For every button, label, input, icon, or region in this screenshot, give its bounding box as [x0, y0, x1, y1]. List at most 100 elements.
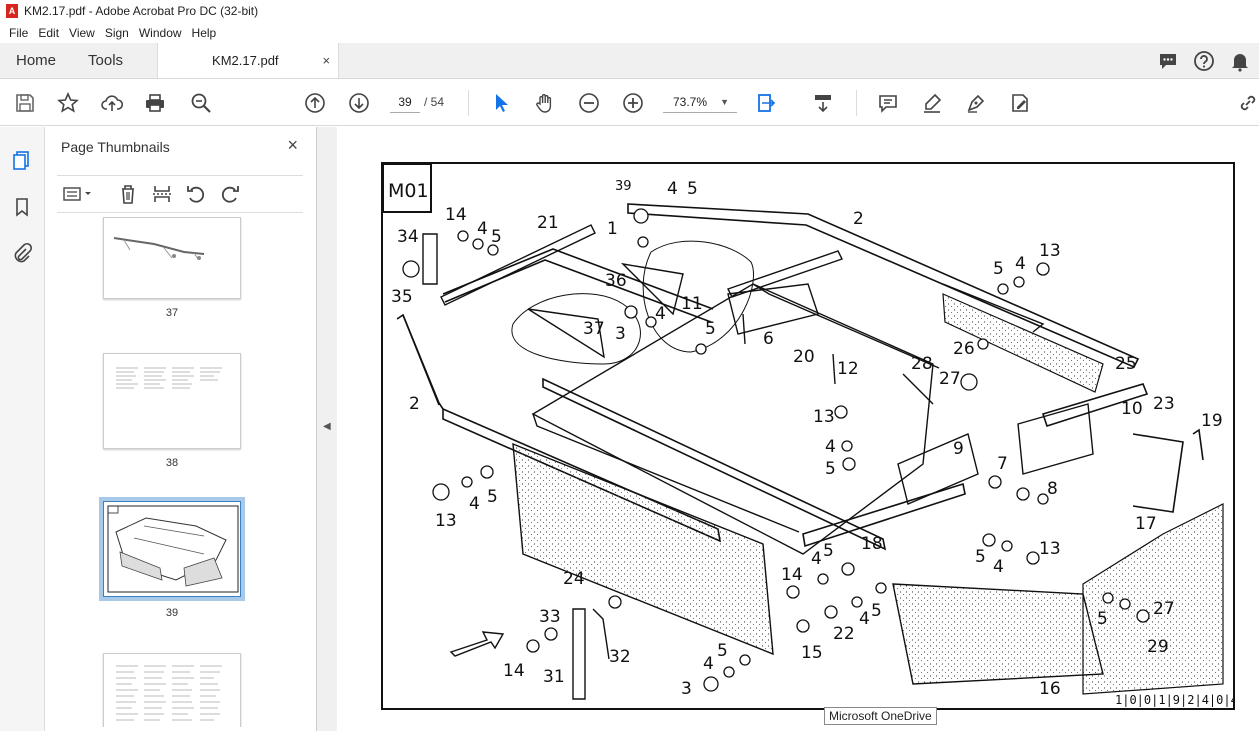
part-label: 13 — [1039, 539, 1061, 559]
panel-title: Page Thumbnails — [61, 139, 170, 155]
acrobat-window: A KM2.17.pdf - Adobe Acrobat Pro DC (32-… — [0, 0, 1259, 731]
menu-help[interactable]: Help — [187, 26, 222, 40]
scroll-mode-icon[interactable] — [812, 92, 834, 114]
part-label: 11 — [681, 294, 703, 314]
extract-pages-icon[interactable] — [151, 183, 173, 205]
print-icon[interactable] — [144, 92, 166, 114]
part-label: 14 — [503, 661, 525, 681]
toolbar-divider — [468, 90, 469, 116]
window-title: KM2.17.pdf - Adobe Acrobat Pro DC (32-bi… — [24, 4, 259, 18]
part-label: 4 — [859, 609, 870, 629]
page-38-preview — [116, 367, 222, 389]
page-fit-icon[interactable] — [756, 92, 778, 114]
part-label: 24 — [563, 569, 585, 589]
part-label: 4 — [825, 437, 836, 457]
rotate-counterclockwise-icon[interactable] — [185, 183, 207, 205]
zoom-out-icon[interactable] — [578, 92, 600, 114]
acrobat-logo-icon: A — [6, 4, 18, 18]
part-label: 12 — [837, 359, 859, 379]
part-label: 5 — [717, 641, 728, 661]
part-label: 13 — [813, 407, 835, 427]
drawing-code: M01 — [388, 180, 429, 202]
save-icon[interactable] — [14, 92, 36, 114]
panel-splitter[interactable]: ◀ — [317, 127, 337, 731]
menu-edit[interactable]: Edit — [33, 26, 64, 40]
tab-home[interactable]: Home — [0, 43, 72, 78]
bookmarks-icon[interactable] — [11, 196, 33, 218]
link-icon[interactable] — [1237, 92, 1259, 114]
thumbnail-label-39: 39 — [165, 607, 179, 619]
part-label: 3 — [615, 324, 626, 344]
part-label: 29 — [1147, 637, 1169, 657]
part-label: 4 — [811, 549, 822, 569]
options-menu-icon[interactable] — [61, 183, 95, 205]
rotate-clockwise-icon[interactable] — [219, 183, 241, 205]
part-label: 4 — [667, 179, 678, 199]
part-label: 5 — [975, 547, 986, 567]
thumbnail-page-39[interactable] — [99, 497, 245, 601]
zoom-search-icon[interactable] — [190, 92, 212, 114]
page-37-preview — [113, 237, 205, 260]
part-label: 13 — [1039, 241, 1061, 261]
page-thumbnails-panel: Page Thumbnails × 37 38 39 — [45, 127, 354, 731]
sign-pen-icon[interactable] — [965, 92, 987, 114]
part-label: 3 — [681, 679, 692, 699]
help-icon[interactable] — [1193, 50, 1215, 72]
next-page-icon[interactable] — [348, 92, 370, 114]
tab-tools[interactable]: Tools — [72, 43, 139, 78]
part-label: 5 — [491, 227, 502, 247]
fill-sign-icon[interactable] — [1009, 92, 1031, 114]
part-label: 4 — [655, 304, 666, 324]
menu-file[interactable]: File — [4, 26, 33, 40]
thumbnail-label-37: 37 — [165, 307, 179, 319]
attachments-paperclip-icon[interactable] — [11, 242, 33, 264]
delete-page-icon[interactable] — [117, 183, 139, 205]
close-panel-icon[interactable]: × — [287, 135, 298, 156]
collapse-panel-arrow-icon[interactable]: ◀ — [323, 421, 331, 432]
part-label: 17 — [1135, 514, 1157, 534]
page-thumbnails-icon[interactable] — [11, 149, 33, 171]
bookmark-star-icon[interactable] — [57, 92, 79, 114]
thumbnail-toolbar — [57, 175, 303, 213]
part-label: 1 — [607, 219, 618, 239]
upload-cloud-icon[interactable] — [101, 92, 123, 114]
highlight-pen-icon[interactable] — [921, 92, 943, 114]
part-label: 23 — [1153, 394, 1175, 414]
thumbnail-page-37[interactable] — [103, 217, 241, 299]
menu-sign[interactable]: Sign — [100, 26, 134, 40]
tab-document[interactable]: KM2.17.pdf × — [157, 43, 340, 78]
thumbnail-page-38[interactable] — [103, 353, 241, 449]
part-label: 2 — [409, 394, 420, 414]
part-label: 37 — [583, 319, 605, 339]
part-label: 14 — [781, 565, 803, 585]
document-view[interactable]: M01 1 2 2 3 3 4 4 4 4 4 4 4 4 4 4 5 5 5 … — [337, 127, 1259, 731]
thumbnail-page-40[interactable] — [103, 653, 241, 727]
comment-bubble-icon[interactable] — [1157, 50, 1179, 72]
notifications-bell-icon[interactable] — [1229, 50, 1251, 72]
tab-bar: Home Tools KM2.17.pdf × — [0, 43, 1259, 79]
menu-bar: File Edit View Sign Window Help — [0, 22, 1259, 43]
title-bar: A KM2.17.pdf - Adobe Acrobat Pro DC (32-… — [0, 0, 1259, 22]
menu-window[interactable]: Window — [134, 26, 187, 40]
toolbar: 39 / 54 73.7% ▼ — [0, 80, 1259, 126]
direction-arrow-icon — [449, 631, 505, 657]
chevron-down-icon: ▼ — [720, 97, 729, 107]
part-label: 28 — [911, 354, 933, 374]
hand-tool-icon[interactable] — [534, 92, 556, 114]
current-page-input[interactable]: 39 — [390, 91, 420, 113]
part-label: 10 — [1121, 399, 1143, 419]
menu-view[interactable]: View — [64, 26, 100, 40]
part-label: 27 — [1153, 599, 1175, 619]
part-label: 9 — [953, 439, 964, 459]
thumbnail-list: 37 38 39 — [45, 217, 303, 727]
close-tab-icon[interactable]: × — [322, 53, 330, 68]
zoom-level-select[interactable]: 73.7% ▼ — [663, 91, 737, 113]
select-cursor-icon[interactable] — [490, 92, 512, 114]
add-comment-icon[interactable] — [877, 92, 899, 114]
part-label: 2 — [853, 209, 864, 229]
zoom-in-icon[interactable] — [622, 92, 644, 114]
part-label: 7 — [997, 454, 1008, 474]
part-label: 5 — [687, 179, 698, 199]
part-label: 4 — [703, 654, 714, 674]
previous-page-icon[interactable] — [304, 92, 326, 114]
